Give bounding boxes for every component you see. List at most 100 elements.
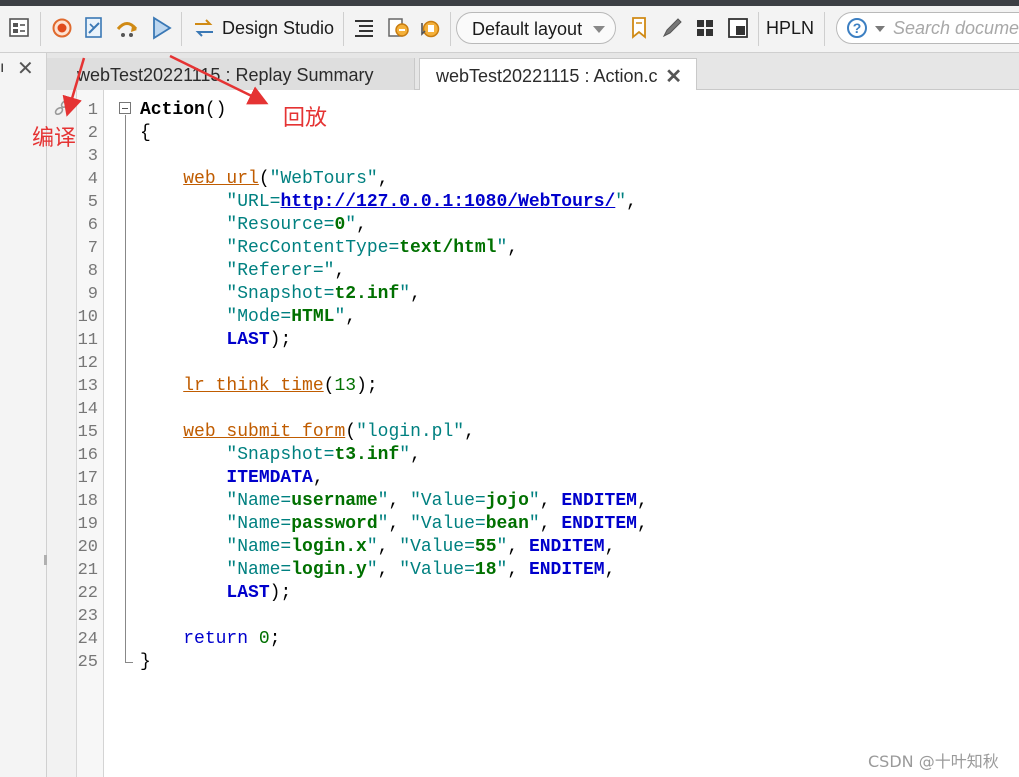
runtime-settings-icon[interactable] (6, 14, 34, 42)
code-token: "Value= (399, 537, 475, 557)
code-line[interactable]: "Snapshot=t3.inf", (140, 444, 420, 467)
line-number: 12 (77, 354, 98, 373)
replay-step-icon[interactable] (113, 14, 141, 42)
chevron-down-icon[interactable] (875, 26, 885, 32)
code-line[interactable]: "Resource=0", (140, 214, 366, 237)
hpln-button[interactable]: HPLN (766, 18, 814, 39)
code-token: bean (485, 514, 529, 534)
line-number: 24 (77, 630, 98, 649)
search-input[interactable] (893, 17, 1019, 39)
code-token: () (204, 100, 227, 120)
tab-label: webTest20221115 : Action.c (436, 66, 658, 86)
toolbar-separator (758, 12, 759, 46)
main-toolbar: Design Studio Default layout HPLN ? (0, 6, 1019, 53)
code-token: , (334, 261, 346, 281)
design-studio-icon[interactable] (190, 14, 218, 42)
code-line[interactable]: { (140, 122, 151, 145)
code-line[interactable]: "Name=login.y", "Value=18", ENDITEM, (140, 559, 615, 582)
align-icon[interactable] (350, 14, 378, 42)
code-line[interactable]: "Snapshot=t2.inf", (140, 283, 420, 306)
code-token: HTML (291, 307, 335, 327)
code-token: 55 (474, 537, 497, 557)
layout-dropdown[interactable]: Default layout (456, 12, 616, 44)
code-token: } (140, 652, 151, 672)
code-line[interactable]: "Name=password", "Value=bean", ENDITEM, (140, 513, 647, 536)
close-icon[interactable]: ✕ (17, 56, 34, 81)
code-line[interactable]: web_url("WebTours", (140, 168, 388, 191)
code-token: " (366, 560, 378, 580)
code-token: 13 (334, 376, 357, 396)
code-token: "login.pl" (356, 422, 465, 442)
code-line[interactable]: LAST); (140, 329, 291, 352)
window-icon[interactable] (724, 14, 752, 42)
code-line[interactable]: return 0; (140, 628, 280, 651)
line-number-gutter: 1 2 3 4 5 6 7 8 9 10 11 12 13 14 15 16 17 18 19 20 21 22 23 24 2… (77, 90, 104, 777)
code-line[interactable]: ITEMDATA, (140, 467, 324, 490)
cursor-step-icon[interactable] (416, 14, 444, 42)
code-line[interactable]: "RecContentType=text/html", (140, 237, 518, 260)
code-token: "Name= (226, 560, 292, 580)
code-token: ); (269, 330, 292, 350)
code-token: ENDITEM (528, 560, 605, 580)
code-line[interactable]: } (140, 651, 151, 674)
pen-icon[interactable] (658, 14, 686, 42)
replay-icon[interactable] (147, 14, 175, 42)
line-number: 6 (87, 216, 98, 235)
toolbar-separator (450, 12, 451, 46)
record-icon[interactable] (48, 14, 76, 42)
code-token: password (291, 514, 378, 534)
code-token: " (377, 514, 389, 534)
code-token: , (377, 537, 400, 557)
grid-icon[interactable] (691, 14, 719, 42)
design-studio-label[interactable]: Design Studio (222, 18, 334, 39)
code-token: t3.inf (334, 445, 400, 465)
line-number: 4 (87, 170, 98, 189)
tab-action-c[interactable]: webTest20221115 : Action.c ✕ (419, 58, 697, 91)
code-line[interactable]: LAST); (140, 582, 291, 605)
help-icon[interactable]: ? (847, 18, 867, 38)
code-token: , (312, 468, 324, 488)
code-token: "Referer=" (226, 261, 335, 281)
toolbar-separator (824, 12, 825, 46)
code-token: , (539, 514, 562, 534)
code-token: , (604, 560, 616, 580)
code-token: " (496, 537, 508, 557)
line-number: 14 (77, 400, 98, 419)
breakpoint-icon[interactable] (384, 14, 412, 42)
code-line[interactable]: "Name=login.x", "Value=55", ENDITEM, (140, 536, 615, 559)
code-line[interactable]: "URL=http://127.0.0.1:1080/WebTours/", (140, 191, 637, 214)
search-documentation-box[interactable]: ? (836, 12, 1019, 44)
close-tab-icon[interactable]: ✕ (665, 64, 682, 89)
code-editor[interactable]: 1 2 3 4 5 6 7 8 9 10 11 12 13 14 15 16 17 18 19 20 21 22 23 24 2… (47, 90, 1019, 777)
fold-guide-end (125, 662, 133, 663)
code-token: "Name= (226, 537, 292, 557)
code-line[interactable]: "Mode=HTML", (140, 306, 356, 329)
bookmark-icon[interactable] (625, 14, 653, 42)
compile-icon[interactable] (80, 14, 108, 42)
code-line[interactable]: web_submit_form("login.pl", (140, 421, 475, 444)
code-token: "URL= (226, 192, 281, 212)
line-number: 20 (77, 538, 98, 557)
code-token: " (399, 284, 411, 304)
compile-check-icon (54, 99, 70, 116)
glyph-margin[interactable] (47, 90, 77, 777)
line-number: 11 (77, 331, 98, 350)
code-token: web_submit_form (183, 422, 346, 442)
code-line[interactable]: "Referer=", (140, 260, 345, 283)
code-line[interactable]: Action() (140, 99, 226, 122)
code-token: , (388, 514, 411, 534)
code-line[interactable]: "Name=username", "Value=jojo", ENDITEM, (140, 490, 647, 513)
tab-replay-summary[interactable]: webTest20221115 : Replay Summary (47, 58, 415, 90)
code-token: return (183, 629, 249, 649)
code-line[interactable]: lr_think_time(13); (140, 375, 377, 398)
fold-collapse-icon[interactable] (119, 102, 131, 114)
